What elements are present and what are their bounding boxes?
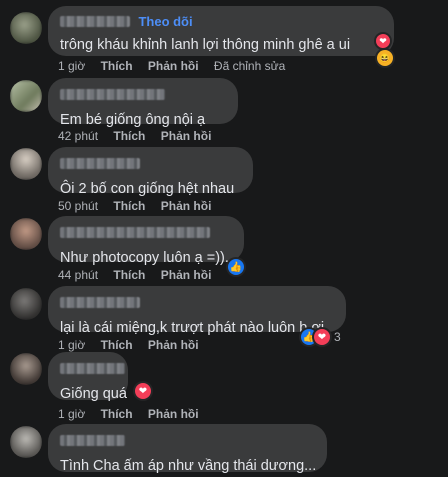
like-button[interactable]: Thích <box>113 268 145 282</box>
avatar[interactable] <box>10 12 42 44</box>
author-name[interactable] <box>60 363 125 375</box>
comment-bubble: lại là cái miệng,k trượt phát nào luôn b… <box>48 286 346 336</box>
reaction-count: 3 <box>334 330 341 344</box>
follow-link[interactable]: Theo dõi <box>138 14 192 29</box>
reaction-summary[interactable]: 👍 <box>228 259 244 275</box>
author-name[interactable] <box>60 16 130 28</box>
edited-label: Đã chỉnh sửa <box>213 59 286 73</box>
comment-text: lại là cái miệng,k trượt phát nào luôn b… <box>60 320 325 336</box>
comment-text: Em bé giống ông nội ạ <box>60 112 206 128</box>
like-button[interactable]: Thích <box>101 338 133 352</box>
avatar[interactable] <box>10 80 42 112</box>
avatar[interactable] <box>10 288 42 320</box>
comment-bubble: Như photocopy luôn ạ =)). <box>48 216 244 266</box>
timestamp[interactable]: 42 phút <box>58 129 98 143</box>
reply-button[interactable]: Phản hồi <box>148 59 199 73</box>
heart-icon: ❤ <box>314 329 330 345</box>
comment-text: Ôi 2 bố con giống hệt nhau <box>60 181 235 197</box>
timestamp[interactable]: 1 giờ <box>58 338 85 352</box>
like-button[interactable]: Thích <box>113 129 145 143</box>
timestamp[interactable]: 1 giờ <box>58 407 85 421</box>
comment-text: Giống quá <box>60 386 127 402</box>
comment-meta: 1 giờ Thích Phản hồi <box>58 338 211 352</box>
reply-button[interactable]: Phản hồi <box>161 199 212 213</box>
haha-icon: 😆 <box>377 50 393 66</box>
timestamp[interactable]: 44 phút <box>58 268 98 282</box>
reply-button[interactable]: Phản hồi <box>148 338 199 352</box>
comment-bubble: Em bé giống ông nội ạ <box>48 78 238 128</box>
reaction-summary[interactable]: 👍 ❤ 3 <box>301 329 341 345</box>
timestamp[interactable]: 1 giờ <box>58 59 85 73</box>
comment-bubble: Giống quá <box>48 352 128 402</box>
heart-icon[interactable]: ❤ <box>135 383 151 399</box>
comment-meta: 1 giờ Thích Phản hồi <box>58 407 211 421</box>
author-name[interactable] <box>60 435 125 447</box>
comment-text: Như photocopy luôn ạ =)). <box>60 250 229 266</box>
comment-bubble: Ôi 2 bố con giống hệt nhau <box>48 147 253 197</box>
reply-button[interactable]: Phản hồi <box>161 268 212 282</box>
comment-text: trông kháu khỉnh lanh lợi thông minh ghê… <box>60 37 351 53</box>
comment-bubble: Theo dõi trông kháu khỉnh lanh lợi thông… <box>48 6 394 56</box>
avatar[interactable] <box>10 148 42 180</box>
comment-meta: 50 phút Thích Phản hồi <box>58 199 223 213</box>
author-name[interactable] <box>60 227 210 239</box>
like-button[interactable]: Thích <box>101 407 133 421</box>
reaction-summary[interactable]: 😆 <box>377 50 393 66</box>
comment-meta: 44 phút Thích Phản hồi <box>58 268 223 282</box>
like-button[interactable]: Thích <box>113 199 145 213</box>
avatar[interactable] <box>10 426 42 458</box>
comment-meta: 1 giờ Thích Phản hồi Đã chỉnh sửa <box>58 59 297 73</box>
avatar[interactable] <box>10 218 42 250</box>
heart-icon: ❤ <box>376 34 390 48</box>
comment-bubble: Tình Cha ấm áp như vầng thái dương... <box>48 424 327 474</box>
comment-text: Tình Cha ấm áp như vầng thái dương... <box>60 458 317 474</box>
author-name[interactable] <box>60 89 165 101</box>
timestamp[interactable]: 50 phút <box>58 199 98 213</box>
avatar[interactable] <box>10 353 42 385</box>
author-name[interactable] <box>60 158 140 170</box>
reply-button[interactable]: Phản hồi <box>161 129 212 143</box>
like-icon: 👍 <box>228 259 244 275</box>
reply-button[interactable]: Phản hồi <box>148 407 199 421</box>
like-button[interactable]: Thích <box>101 59 133 73</box>
comment-meta: 42 phút Thích Phản hồi <box>58 129 223 143</box>
author-name[interactable] <box>60 297 140 309</box>
